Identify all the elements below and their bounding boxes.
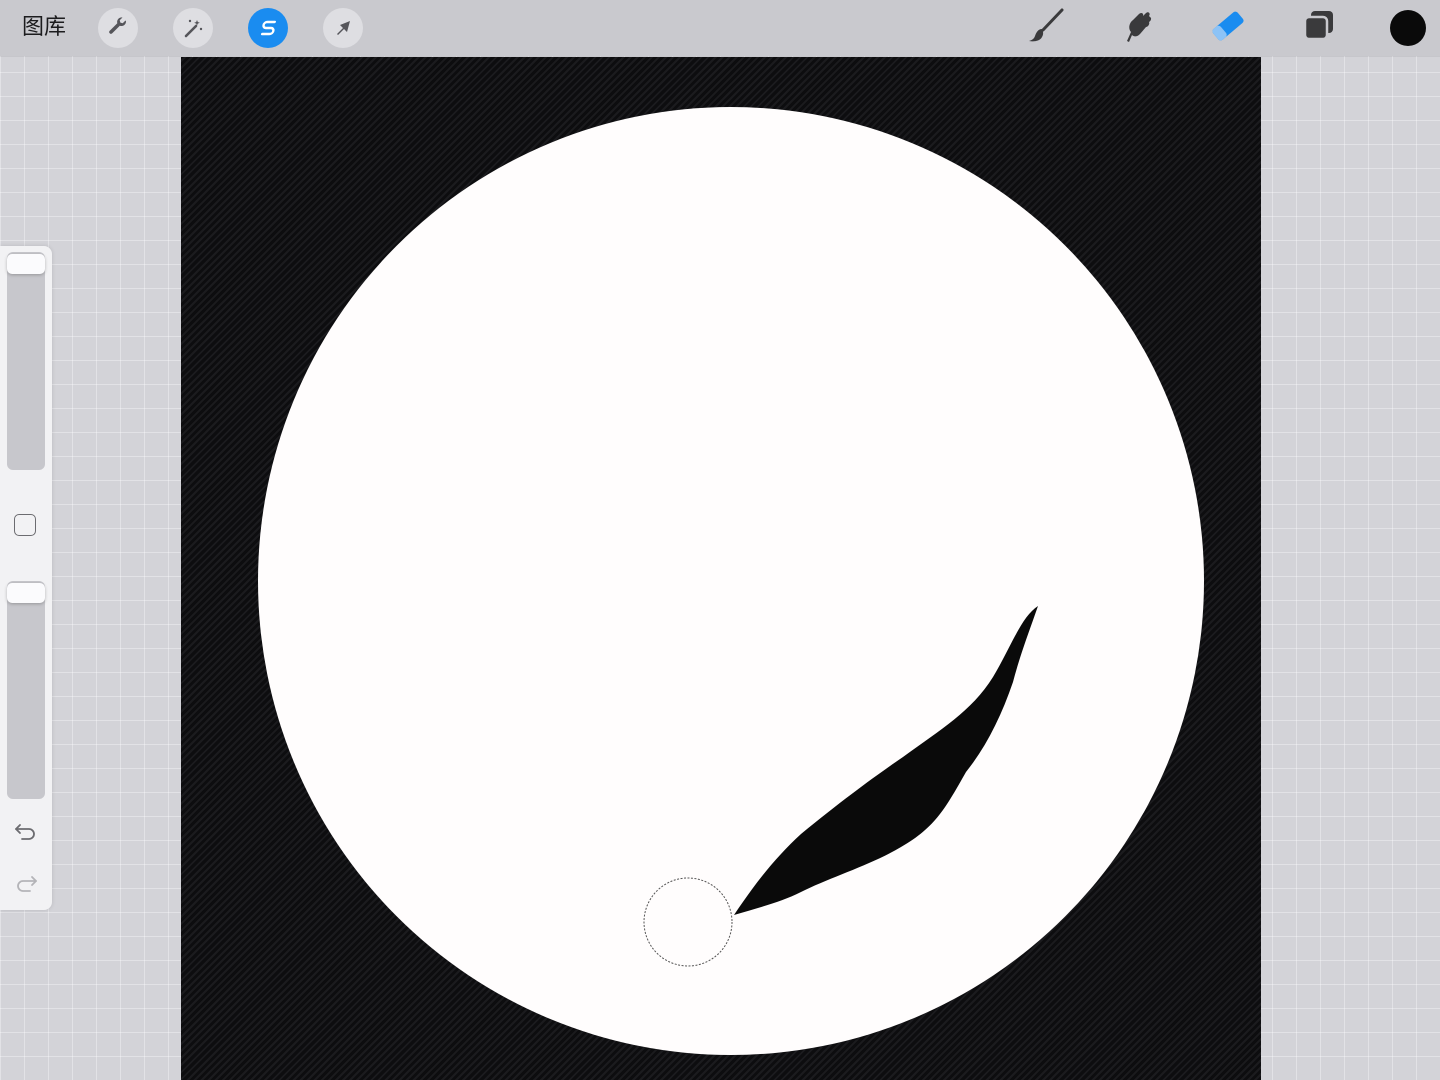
adjustments-button[interactable]: [173, 8, 213, 48]
eraser-button[interactable]: [1206, 8, 1250, 48]
undo-icon: [14, 821, 38, 845]
layers-icon: [1301, 8, 1337, 48]
eraser-icon: [1208, 8, 1248, 48]
redo-icon: [14, 873, 38, 897]
drawing-canvas[interactable]: [181, 57, 1261, 1080]
wrench-icon: [106, 16, 130, 40]
brush-icon: [1026, 8, 1066, 48]
brush-button[interactable]: [1024, 8, 1068, 48]
selection-s-icon: [256, 16, 280, 40]
magic-wand-icon: [181, 16, 205, 40]
opacity-slider[interactable]: [7, 581, 45, 799]
undo-button[interactable]: [12, 821, 40, 845]
top-toolbar: 图库: [0, 0, 1440, 56]
actions-button[interactable]: [98, 8, 138, 48]
opacity-thumb[interactable]: [7, 583, 45, 603]
smudge-button[interactable]: [1115, 8, 1159, 48]
smudge-hand-icon: [1119, 8, 1155, 48]
brush-size-slider[interactable]: [7, 252, 45, 470]
brush-size-thumb[interactable]: [7, 254, 45, 274]
layers-button[interactable]: [1297, 8, 1341, 48]
redo-button[interactable]: [12, 873, 40, 897]
arrow-cursor-icon: [331, 16, 355, 40]
left-sidebar: [0, 246, 52, 910]
gallery-button[interactable]: 图库: [22, 14, 66, 42]
selection-button[interactable]: [248, 8, 288, 48]
modify-square-icon[interactable]: [14, 514, 36, 536]
color-swatch[interactable]: [1390, 10, 1426, 46]
transform-button[interactable]: [323, 8, 363, 48]
